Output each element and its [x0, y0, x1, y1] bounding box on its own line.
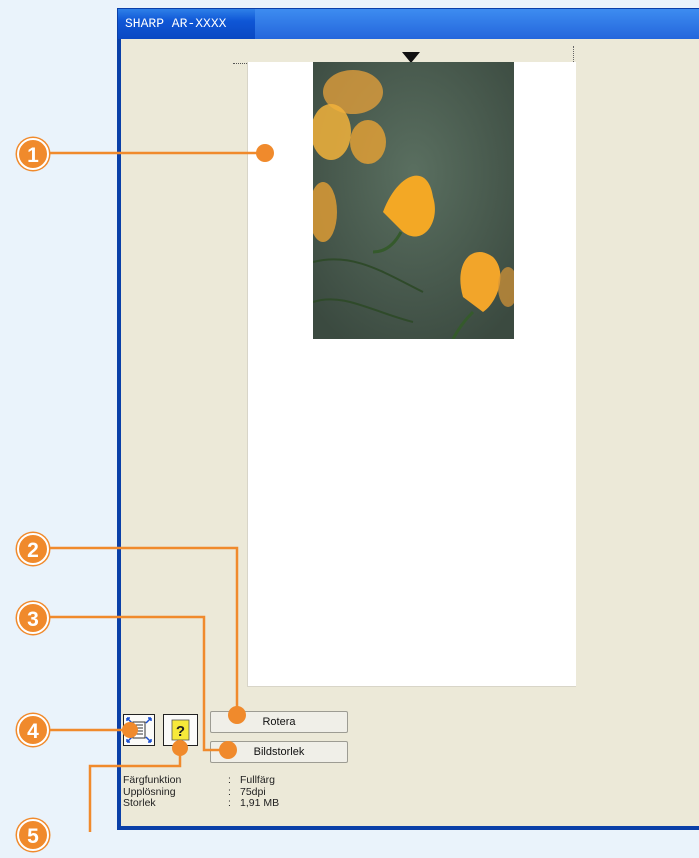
callout-4: 4 — [17, 714, 49, 746]
help-icon: ? — [171, 719, 190, 741]
preview-area[interactable] — [247, 62, 576, 687]
info-value: Fullfärg — [240, 774, 276, 786]
flower-photo-icon — [313, 62, 514, 339]
title-bar-strip — [255, 9, 699, 39]
info-value: 1,91 MB — [240, 797, 280, 809]
scan-info-panel: Färgfunktion : Fullfärg Upplösning : 75d… — [123, 774, 280, 810]
preview-image — [313, 62, 514, 339]
callout-3: 3 — [17, 602, 49, 634]
title-bar: SHARP AR-XXXX — [118, 9, 699, 39]
info-row-color-mode: Färgfunktion : Fullfärg — [123, 774, 279, 787]
info-row-size: Storlek : 1,91 MB — [123, 797, 280, 810]
window-frame-left — [118, 39, 121, 829]
info-label: Storlek — [123, 797, 156, 809]
image-size-button-label: Bildstorlek — [253, 746, 305, 758]
zoom-fit-icon — [126, 717, 152, 743]
ruler-guide — [233, 63, 247, 64]
callout-5: 5 — [17, 819, 49, 851]
window-frame-bottom — [118, 826, 699, 829]
callout-1: 1 — [17, 138, 49, 170]
image-size-button[interactable]: Bildstorlek — [210, 741, 348, 763]
info-label: Färgfunktion — [123, 774, 182, 786]
callout-2: 2 — [17, 533, 49, 565]
info-separator: : — [228, 797, 231, 809]
zoom-fit-button[interactable] — [123, 714, 155, 746]
help-button[interactable]: ? — [163, 714, 198, 746]
window-title: SHARP AR-XXXX — [125, 16, 227, 31]
info-separator: : — [228, 774, 231, 786]
rotate-button[interactable]: Rotera — [210, 711, 348, 733]
svg-text:?: ? — [176, 723, 185, 740]
ruler-marker — [573, 46, 574, 62]
rotate-button-label: Rotera — [262, 716, 296, 728]
